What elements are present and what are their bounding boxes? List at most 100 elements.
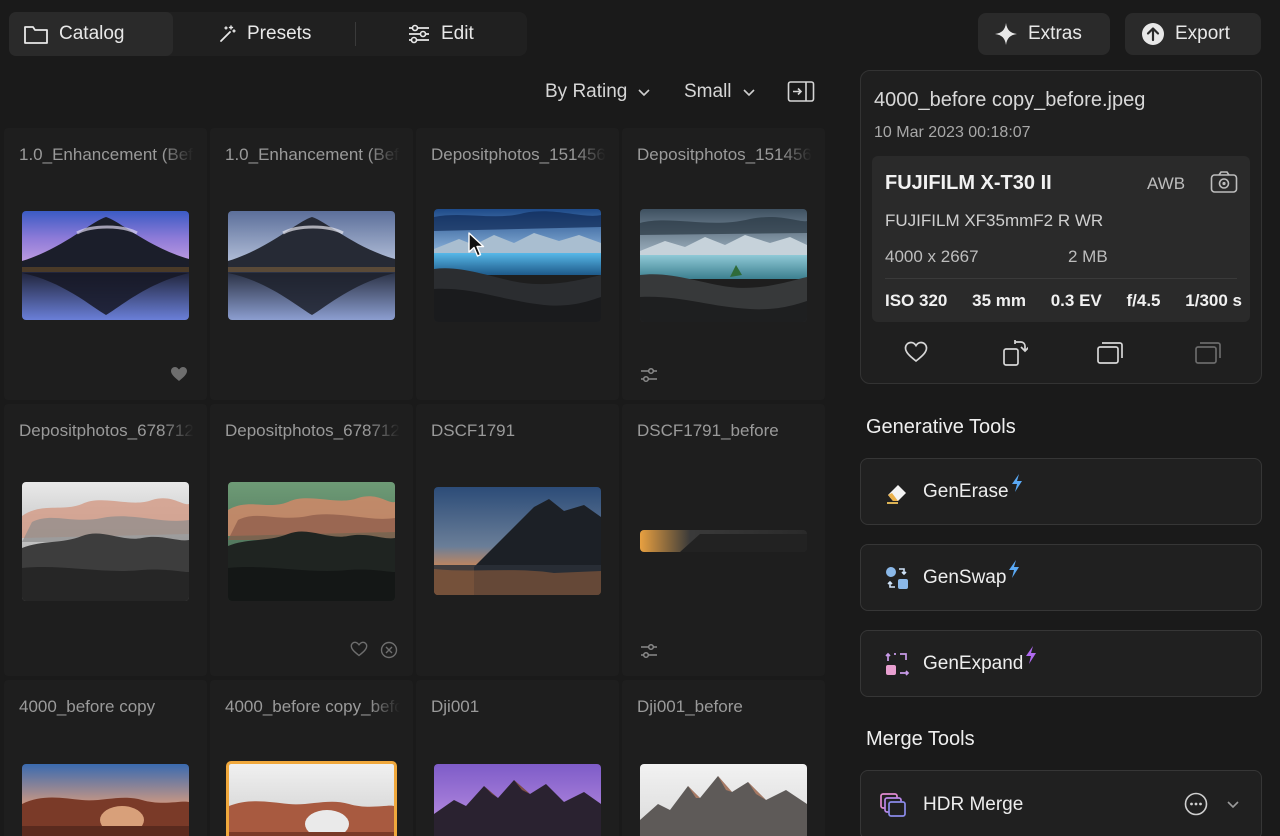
chevron-down-icon	[638, 89, 650, 97]
extras-button[interactable]: Extras	[978, 13, 1110, 55]
swap-icon	[883, 564, 911, 592]
exposure: 0.3 EV	[1050, 291, 1102, 310]
file-size: 2 MB	[1068, 247, 1108, 266]
toggle-panel-button[interactable]	[787, 76, 815, 108]
photo-thumbnail	[434, 209, 601, 322]
tab-edit[interactable]: Edit	[393, 12, 513, 56]
export-button[interactable]: Export	[1125, 13, 1261, 55]
expand-icon	[883, 650, 911, 678]
iso: ISO 320	[885, 291, 948, 310]
divider	[885, 278, 1237, 279]
tool-label: GenErase	[923, 480, 1009, 502]
photo-name: Depositphotos_151456	[431, 145, 606, 164]
paste-settings-icon[interactable]	[1194, 341, 1222, 365]
tab-label: Catalog	[59, 23, 125, 44]
tool-label: HDR Merge	[923, 794, 1024, 815]
photo-name: 4000_before copy_before	[225, 697, 400, 716]
generative-tools-heading: Generative Tools	[866, 416, 1016, 438]
photo-tile[interactable]: 4000_before copy_before	[210, 680, 413, 836]
more-options-icon[interactable]	[1184, 792, 1208, 816]
photo-thumbnail	[434, 487, 601, 595]
extras-label: Extras	[1028, 23, 1082, 44]
photo-thumbnail	[22, 482, 189, 601]
photo-tile[interactable]: Depositphotos_678712	[210, 404, 413, 676]
upload-icon	[1142, 23, 1164, 45]
tab-presets[interactable]: Presets	[203, 12, 343, 56]
sidebar-toggle-icon	[787, 81, 815, 102]
photo-name: Dji001	[431, 697, 480, 716]
rotate-icon[interactable]	[1002, 339, 1028, 367]
photo-thumbnail	[228, 211, 395, 320]
photo-info-card: 4000_before copy_before.jpeg 10 Mar 2023…	[860, 70, 1262, 384]
card-actions	[861, 337, 1261, 371]
magic-wand-icon	[220, 25, 236, 42]
eraser-icon	[883, 478, 911, 506]
genexpand-button[interactable]: GenExpand	[860, 630, 1262, 697]
photo-thumbnail	[228, 482, 395, 601]
lightning-icon	[1026, 645, 1037, 664]
tool-label: GenExpand	[923, 652, 1024, 674]
photo-name: 4000_before copy	[19, 697, 156, 716]
focal-length: 35 mm	[972, 291, 1026, 310]
layers-icon	[879, 791, 907, 819]
mode-tabs: Catalog Presets Edit	[9, 12, 527, 56]
tab-label: Edit	[441, 23, 474, 44]
photo-name: DSCF1791	[431, 421, 516, 440]
merge-tools-heading: Merge Tools	[866, 728, 975, 750]
tab-catalog[interactable]: Catalog	[9, 12, 173, 56]
photo-tile[interactable]: DSCF1791	[416, 404, 619, 676]
photo-name: DSCF1791_before	[637, 421, 779, 440]
heart-outline-icon[interactable]	[350, 641, 368, 657]
photo-thumbnail	[640, 764, 807, 836]
camera-info: FUJIFILM X-T30 II AWB FUJIFILM XF35mmF2 …	[872, 156, 1250, 322]
photo-thumbnail	[640, 209, 807, 322]
chevron-down-icon[interactable]	[1225, 796, 1241, 812]
photo-name: Dji001_before	[637, 697, 743, 716]
photo-name: Depositphotos_678712	[225, 421, 400, 440]
folder-icon	[24, 26, 48, 44]
photo-name: Depositphotos_151456	[637, 145, 812, 164]
resolution: 4000 x 2667	[885, 247, 979, 266]
heart-icon[interactable]	[170, 366, 188, 382]
sliders-icon	[641, 367, 657, 383]
copy-settings-icon[interactable]	[1096, 341, 1124, 365]
photo-thumbnail	[22, 211, 189, 320]
tool-label: GenSwap	[923, 566, 1007, 588]
tab-label: Presets	[247, 23, 312, 44]
photo-name: 1.0_Enhancement (Before)	[19, 145, 194, 164]
shutter-speed: 1/300 s	[1185, 291, 1242, 310]
photo-tile[interactable]: Depositphotos_678712	[4, 404, 207, 676]
capture-date: 10 Mar 2023 00:18:07	[874, 124, 1031, 141]
generase-button[interactable]: GenErase	[860, 458, 1262, 525]
photo-tile[interactable]: Dji001	[416, 680, 619, 836]
photo-tile[interactable]: Depositphotos_151456	[622, 128, 825, 400]
lens-model: FUJIFILM XF35mmF2 R WR	[885, 211, 1104, 230]
size-label: Small	[684, 81, 732, 102]
sliders-icon	[641, 643, 657, 659]
photo-thumbnail	[434, 764, 601, 836]
hdr-merge-button[interactable]: HDR Merge	[860, 770, 1262, 836]
photo-tile[interactable]: 4000_before copy	[4, 680, 207, 836]
file-name: 4000_before copy_before.jpeg	[874, 89, 1146, 111]
photo-tile[interactable]: Dji001_before	[622, 680, 825, 836]
photo-thumbnail	[22, 764, 189, 836]
photo-tile[interactable]: Depositphotos_151456	[416, 128, 619, 400]
sliders-icon	[409, 24, 429, 44]
aperture: f/4.5	[1126, 291, 1161, 310]
genswap-button[interactable]: GenSwap	[860, 544, 1262, 611]
chevron-down-icon	[742, 89, 755, 97]
photo-tile[interactable]: 1.0_Enhancement (Before)	[210, 128, 413, 400]
photo-tile[interactable]: 1.0_Enhancement (Before)	[4, 128, 207, 400]
sort-dropdown[interactable]: By Rating	[545, 76, 652, 108]
export-label: Export	[1175, 23, 1230, 44]
tab-divider	[355, 22, 356, 46]
sort-label: By Rating	[545, 81, 628, 102]
thumb-size-dropdown[interactable]: Small	[684, 76, 757, 108]
white-balance: AWB	[1147, 174, 1186, 193]
photo-tile[interactable]: DSCF1791_before	[622, 404, 825, 676]
exif-row: ISO 320 35 mm 0.3 EV f/4.5 1/300 s	[885, 291, 1242, 311]
top-bar: Catalog Presets Edit Extras Export	[0, 0, 1280, 70]
heart-outline-icon[interactable]	[904, 341, 928, 363]
reject-icon[interactable]	[380, 641, 398, 659]
camera-icon	[1210, 171, 1238, 193]
